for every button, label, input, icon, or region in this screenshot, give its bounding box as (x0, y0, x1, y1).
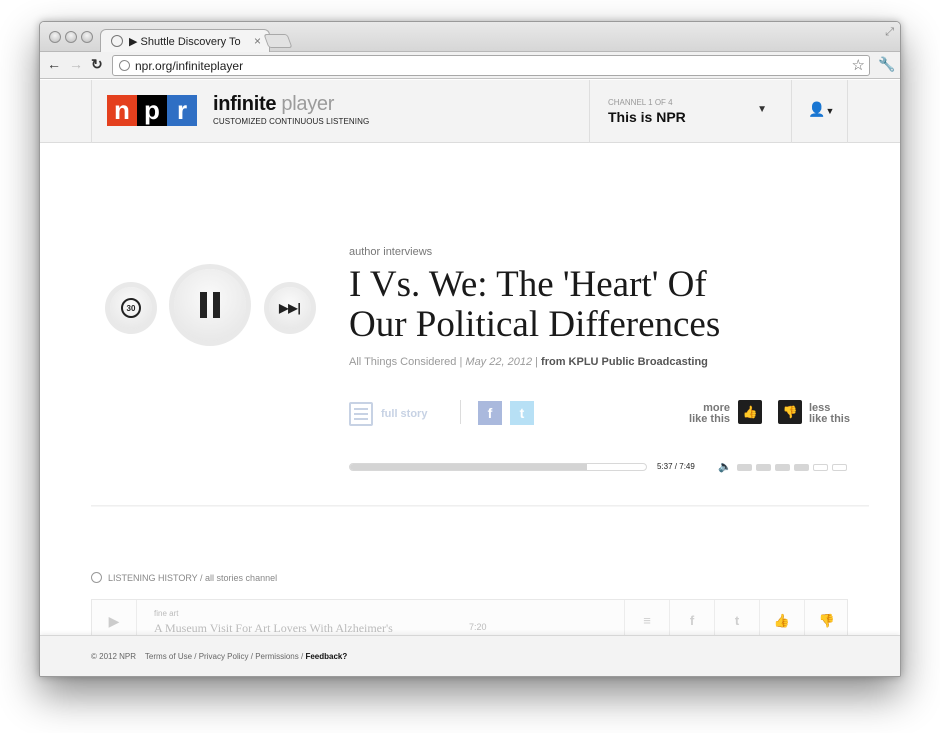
history-title: LISTENING HISTORY (108, 573, 198, 583)
wrench-icon[interactable]: 🔧 (878, 56, 895, 72)
fullscreen-icon[interactable]: ⤢ (885, 26, 894, 39)
brand-light: player (281, 93, 335, 115)
brand: infinite player CUSTOMIZED CONTINUOUS LI… (213, 93, 369, 126)
story-icon[interactable] (349, 402, 373, 426)
back-arrow-icon[interactable]: ← (47, 56, 61, 72)
page: n p r infinite player CUSTOMIZED CONTINU… (40, 80, 900, 676)
listening-history-heading: LISTENING HISTORY / all stories channel (91, 572, 277, 583)
story-meta: All Things Considered | May 22, 2012 | f… (349, 356, 708, 368)
globe-icon (111, 35, 123, 47)
history-channel: / all stories channel (200, 573, 278, 583)
history-item-kicker: fine art (154, 609, 179, 618)
progress-bar[interactable] (349, 463, 647, 471)
volume-segment[interactable] (813, 464, 828, 471)
story-source: from KPLU Public Broadcasting (541, 356, 708, 368)
pause-icon (197, 292, 223, 318)
elapsed-time: 5:37 / 7:49 (657, 462, 695, 471)
history-item-title[interactable]: A Museum Visit For Art Lovers With Alzhe… (154, 621, 393, 636)
volume-segment[interactable] (737, 464, 752, 471)
header-inner: n p r infinite player CUSTOMIZED CONTINU… (91, 80, 848, 143)
clock-icon (91, 572, 102, 583)
chevron-down-icon: ▼ (757, 104, 767, 115)
zoom-window-button[interactable] (81, 31, 93, 43)
title-bar: ▶ Shuttle Discovery To × ⤢ (40, 22, 900, 53)
replay-30-button[interactable]: 30 (110, 287, 152, 329)
more-like-this-label: more like this (689, 402, 730, 425)
twitter-icon[interactable]: t (510, 401, 534, 425)
user-icon: 👤 (808, 101, 826, 117)
section-divider (91, 505, 869, 507)
volume-icon[interactable]: 🔈 (718, 460, 732, 473)
brand-title: infinite player (213, 93, 369, 116)
story-headline[interactable]: I Vs. We: The 'Heart' Of Our Political D… (349, 265, 769, 345)
site-footer: © 2012 NPR Terms of Use / Privacy Policy… (40, 635, 900, 676)
privacy-link[interactable]: Privacy Policy (199, 652, 249, 661)
address-bar[interactable]: npr.org/infiniteplayer ☆ (112, 55, 870, 76)
divider (460, 400, 461, 424)
star-icon[interactable]: ☆ (852, 56, 865, 74)
full-story-link[interactable]: full story (381, 408, 427, 420)
pause-button[interactable] (174, 269, 246, 341)
browser-window: ▶ Shuttle Discovery To × ⤢ ← → ↻ npr.org… (39, 21, 901, 677)
less-like-this-label: less like this (809, 402, 850, 425)
program-name: All Things Considered (349, 356, 457, 368)
reload-icon[interactable]: ↻ (91, 56, 103, 72)
brand-subtitle: CUSTOMIZED CONTINUOUS LISTENING (213, 117, 370, 126)
volume-segment[interactable] (794, 464, 809, 471)
tab-title: ▶ Shuttle Discovery To (129, 36, 241, 48)
terms-link[interactable]: Terms of Use (145, 652, 192, 661)
globe-icon (119, 60, 130, 71)
progress-fill (350, 464, 587, 470)
feedback-link[interactable]: Feedback? (305, 652, 347, 661)
channel-selector[interactable]: CHANNEL 1 OF 4 This is NPR ▼ (589, 80, 792, 143)
thumbs-down-icon[interactable]: 👎 (778, 400, 802, 424)
story-kicker[interactable]: author interviews (349, 246, 432, 258)
minimize-window-button[interactable] (65, 31, 77, 43)
skip-next-button[interactable]: ▶▶| (269, 287, 311, 329)
forward-arrow-icon[interactable]: → (69, 56, 83, 72)
permissions-link[interactable]: Permissions (255, 652, 299, 661)
copyright: © 2012 NPR (91, 652, 137, 661)
volume-segment[interactable] (832, 464, 847, 471)
volume-segment[interactable] (756, 464, 771, 471)
replay-label: 30 (126, 303, 136, 313)
close-window-button[interactable] (49, 31, 61, 43)
logo-letter-r: r (167, 95, 197, 126)
new-tab-button[interactable] (263, 34, 293, 48)
skip-next-icon: ▶▶| (279, 301, 301, 315)
url-text: npr.org/infiniteplayer (135, 59, 244, 73)
volume-segment[interactable] (775, 464, 790, 471)
browser-toolbar: ← → ↻ npr.org/infiniteplayer ☆ 🔧 (40, 52, 900, 79)
browser-tab[interactable]: ▶ Shuttle Discovery To × (100, 29, 270, 53)
close-icon[interactable]: × (254, 34, 261, 48)
brand-bold: infinite (213, 93, 277, 115)
chevron-down-icon: ▼ (825, 106, 835, 116)
logo-letter-n: n (107, 95, 137, 126)
story-date: May 22, 2012 (465, 356, 533, 368)
thumbs-up-icon[interactable]: 👍 (738, 400, 762, 424)
logo-letter-p: p (137, 95, 167, 126)
replay-30-icon: 30 (121, 298, 141, 318)
npr-logo[interactable]: n p r (107, 95, 197, 126)
user-menu-button[interactable]: 👤▼ (792, 80, 849, 143)
history-item-duration: 7:20 (469, 622, 487, 632)
site-header: n p r infinite player CUSTOMIZED CONTINU… (40, 80, 900, 143)
facebook-icon[interactable]: f (478, 401, 502, 425)
